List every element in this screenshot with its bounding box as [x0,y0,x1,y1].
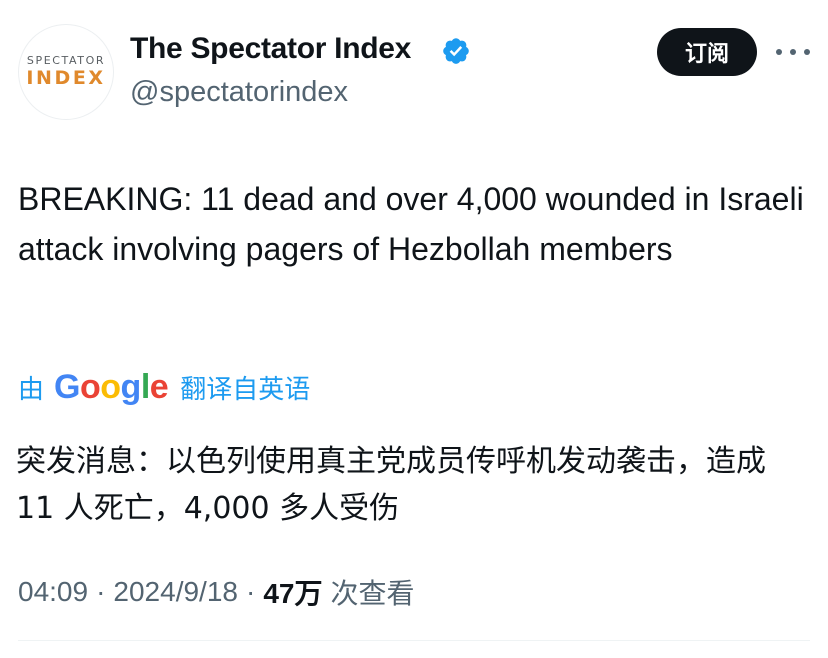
tweet-meta: 04:09 · 2024/9/18 · 47万 次查看 [18,572,414,612]
views-label: 次查看 [330,577,415,610]
translated-from-label[interactable]: 翻译自英语 [180,369,310,406]
avatar[interactable]: SPECTATOR INDEX [18,24,114,120]
more-options-icon[interactable] [776,38,810,66]
tweet-text: BREAKING: 11 dead and over 4,000 wounded… [18,181,804,267]
avatar-text-top: SPECTATOR [26,54,106,67]
meta-separator: · [245,576,256,607]
meta-separator: · [96,576,106,607]
views-count[interactable]: 47万 [263,572,322,612]
author-name[interactable]: The Spectator Index [130,32,411,66]
translated-text: 突发消息：以色列使用真主党成员传呼机发动袭击，造成 11 人死亡，4,000 多… [16,444,766,526]
translated-by-label: 由 [18,374,45,405]
google-logo: Google [54,367,169,406]
divider [18,640,810,641]
avatar-text-bottom: INDEX [26,67,106,89]
tweet-time[interactable]: 04:09 [18,576,88,608]
dot-icon [804,49,810,55]
verified-badge-icon [443,38,469,64]
author-handle[interactable]: @spectatorindex [130,76,348,109]
translation-attribution[interactable]: 由 Google 翻译自英语 [18,367,310,407]
dot-icon [790,49,796,55]
subscribe-button[interactable]: 订阅 [657,28,757,76]
dot-icon [776,49,782,55]
tweet-date[interactable]: 2024/9/18 [113,576,238,608]
